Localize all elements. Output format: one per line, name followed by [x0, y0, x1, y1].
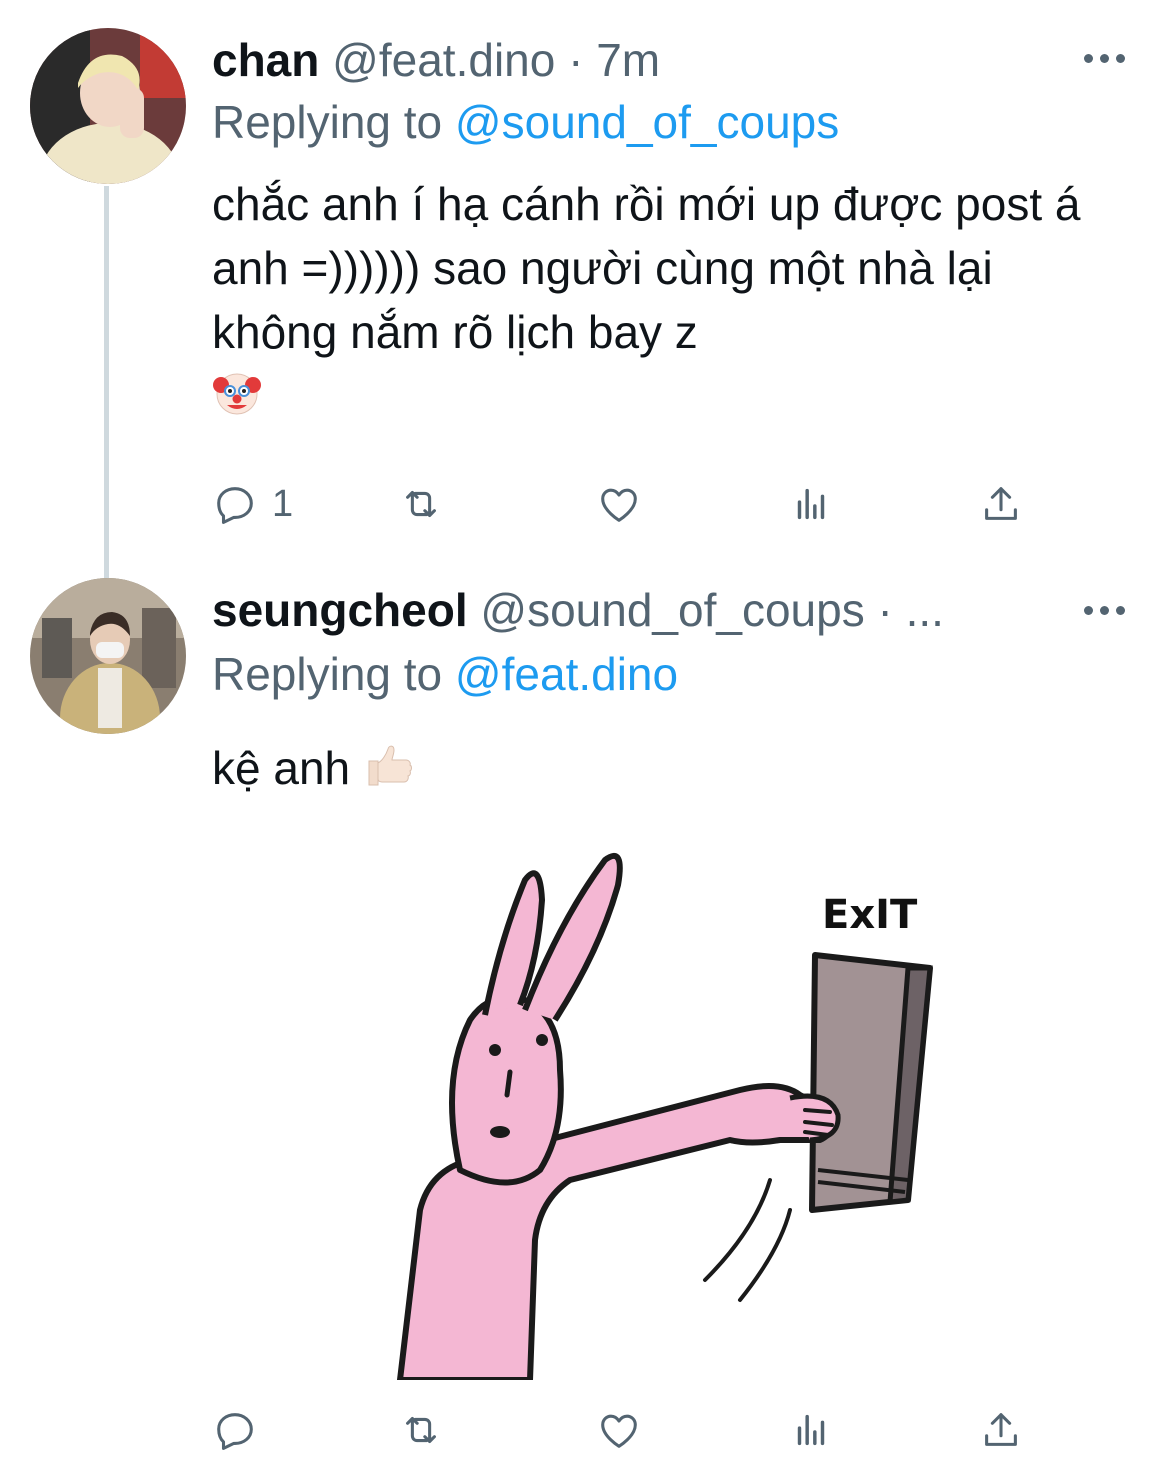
more-icon[interactable]: [1082, 600, 1126, 620]
clown-face-emoji: [212, 367, 262, 433]
sticker-image[interactable]: ExIT: [360, 840, 980, 1383]
exit-sign-text: ExIT: [822, 892, 918, 938]
timestamp[interactable]: ...: [906, 584, 944, 636]
tweet-text: kệ anh: [212, 742, 351, 794]
reply-count: 1: [272, 482, 294, 525]
tweet-actions: [212, 1400, 1072, 1460]
tweet-1[interactable]: chan @feat.dino · 7m Replying to @sound_…: [0, 0, 1170, 580]
retweet-icon: [406, 1416, 436, 1444]
tweet-text-container: chắc anh í hạ cánh rồi mới up được post …: [212, 172, 1112, 433]
separator-dot: ·: [568, 34, 584, 86]
reply-icon: [217, 1413, 253, 1450]
reply-icon: [217, 487, 253, 524]
tweet-header: seungcheol @sound_of_coups · ...: [212, 582, 944, 638]
analytics-button[interactable]: [788, 474, 834, 534]
reply-button[interactable]: 1: [212, 474, 293, 534]
thumbs-up-emoji: [363, 737, 417, 807]
reply-button[interactable]: [212, 1400, 272, 1460]
like-button[interactable]: [596, 1400, 642, 1460]
like-button[interactable]: [596, 474, 642, 534]
user-handle[interactable]: @feat.dino: [332, 34, 555, 86]
retweet-button[interactable]: [398, 474, 444, 534]
tweet-actions: 1: [212, 474, 1072, 534]
avatar[interactable]: [30, 28, 186, 184]
analytics-icon: [797, 488, 825, 520]
retweet-button[interactable]: [398, 1400, 444, 1460]
replying-prefix: Replying to: [212, 648, 443, 700]
share-icon: [985, 1413, 1017, 1446]
tweet-header: chan @feat.dino · 7m: [212, 32, 660, 88]
more-icon[interactable]: [1082, 48, 1126, 68]
display-name[interactable]: chan: [212, 34, 319, 86]
replying-to: Replying to @feat.dino: [212, 646, 678, 702]
display-name[interactable]: seungcheol: [212, 584, 468, 636]
user-handle[interactable]: @sound_of_coups: [480, 584, 864, 636]
share-button[interactable]: [978, 474, 1024, 534]
thread-line: [104, 186, 109, 578]
timestamp[interactable]: 7m: [596, 34, 660, 86]
replying-to-link[interactable]: @sound_of_coups: [455, 96, 839, 148]
analytics-button[interactable]: [788, 1400, 834, 1460]
tweet-text: chắc anh í hạ cánh rồi mới up được post …: [212, 178, 1081, 358]
share-button[interactable]: [978, 1400, 1024, 1460]
separator-dot: ·: [877, 584, 893, 636]
avatar[interactable]: [30, 578, 186, 734]
replying-to-link[interactable]: @feat.dino: [455, 648, 678, 700]
retweet-icon: [406, 490, 436, 518]
share-icon: [985, 487, 1017, 520]
like-icon: [601, 488, 637, 522]
tweet-2[interactable]: seungcheol @sound_of_coups · ... Replyin…: [0, 578, 1170, 1473]
analytics-icon: [797, 1414, 825, 1446]
replying-prefix: Replying to: [212, 96, 443, 148]
replying-to: Replying to @sound_of_coups: [212, 94, 839, 150]
tweet-text-container: kệ anh: [212, 736, 1112, 807]
like-icon: [601, 1414, 637, 1448]
